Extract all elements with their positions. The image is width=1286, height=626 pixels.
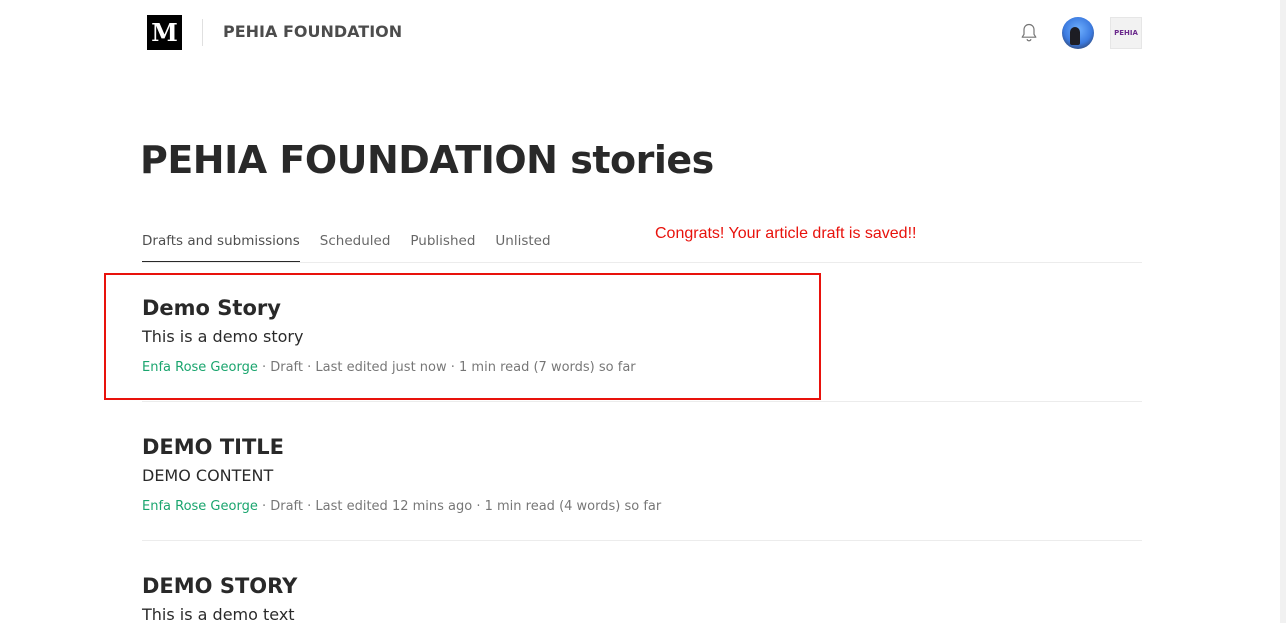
story-meta: Enfa Rose George · Draft · Last edited 1…: [142, 498, 1142, 516]
story-title[interactable]: DEMO TITLE: [142, 433, 1142, 461]
story-meta-text: · Draft · Last edited just now · 1 min r…: [257, 360, 636, 375]
story-item: DEMO TITLE DEMO CONTENT Enfa Rose George…: [142, 433, 1142, 516]
story-meta-text: · Draft · Last edited 12 mins ago · 1 mi…: [257, 499, 662, 514]
page-title: PEHIA FOUNDATION stories: [140, 138, 714, 182]
story-author-link[interactable]: Enfa Rose George: [142, 360, 258, 375]
tab-published[interactable]: Published: [410, 233, 475, 261]
tabs-divider: [142, 262, 1142, 263]
avatar-figure: [1070, 27, 1080, 45]
user-avatar[interactable]: [1062, 17, 1094, 49]
publication-avatar[interactable]: PEHIA: [1110, 17, 1142, 49]
story-item: DEMO STORY This is a demo text: [142, 572, 1142, 626]
tab-scheduled[interactable]: Scheduled: [320, 233, 391, 261]
story-title[interactable]: DEMO STORY: [142, 572, 1142, 600]
tab-drafts-and-submissions[interactable]: Drafts and submissions: [142, 233, 300, 262]
story-title[interactable]: Demo Story: [142, 294, 1142, 322]
story-divider: [142, 540, 1142, 541]
tab-bar: Drafts and submissions Scheduled Publish…: [142, 233, 551, 263]
bell-icon[interactable]: [1019, 22, 1039, 44]
header-divider: [202, 19, 203, 46]
story-item: Demo Story This is a demo story Enfa Ros…: [142, 294, 1142, 377]
story-author-link[interactable]: Enfa Rose George: [142, 499, 258, 514]
story-divider: [142, 401, 1142, 402]
publication-name[interactable]: PEHIA FOUNDATION: [223, 22, 402, 41]
tab-unlisted[interactable]: Unlisted: [495, 233, 550, 261]
scrollbar[interactable]: [1280, 0, 1286, 623]
save-notice: Congrats! Your article draft is saved!!: [655, 225, 917, 242]
story-subtitle[interactable]: DEMO CONTENT: [142, 465, 1142, 487]
medium-logo[interactable]: M: [147, 15, 182, 50]
story-meta: Enfa Rose George · Draft · Last edited j…: [142, 359, 1142, 377]
story-subtitle[interactable]: This is a demo story: [142, 326, 1142, 348]
